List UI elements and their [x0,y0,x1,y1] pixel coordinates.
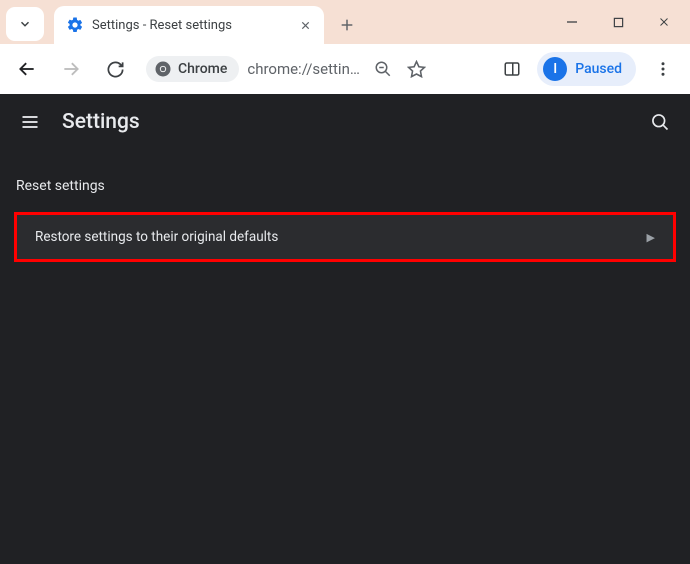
close-icon [658,16,670,28]
menu-button[interactable] [18,110,42,134]
restore-defaults-label: Restore settings to their original defau… [35,229,278,245]
maximize-button[interactable] [596,4,640,40]
avatar: I [543,57,567,81]
forward-button[interactable] [54,52,88,86]
url-text: chrome://settin… [243,60,364,78]
chevron-right-icon: ▶ [647,231,655,244]
search-icon [650,112,670,132]
settings-page: Settings Reset settings Restore settings… [0,94,690,564]
close-icon [300,20,311,31]
settings-header: Settings [0,94,690,150]
reload-button[interactable] [98,52,132,86]
new-tab-button[interactable] [332,10,362,40]
back-button[interactable] [10,52,44,86]
section-title: Reset settings [14,178,676,194]
page-title: Settings [62,110,140,134]
profile-status-label: Paused [575,61,622,77]
reload-icon [106,60,125,79]
chrome-chip[interactable]: Chrome [146,56,239,82]
hamburger-icon [20,112,40,132]
zoom-out-icon [374,60,392,78]
panel-icon [503,60,521,78]
side-panel-button[interactable] [497,54,527,84]
settings-content: Reset settings Restore settings to their… [0,150,690,262]
dots-vertical-icon [654,60,672,78]
arrow-left-icon [17,59,37,79]
tab-title: Settings - Reset settings [92,18,288,33]
tab-close-button[interactable] [296,16,314,34]
overflow-menu-button[interactable] [646,52,680,86]
restore-defaults-row[interactable]: Restore settings to their original defau… [14,212,676,262]
plus-icon [339,17,355,33]
zoom-button[interactable] [368,54,398,84]
omnibox[interactable]: Chrome chrome://settin… [142,51,438,87]
gear-icon [66,16,84,34]
star-icon [407,60,426,79]
profile-chip[interactable]: I Paused [537,52,636,86]
minimize-icon [566,16,578,28]
minimize-button[interactable] [550,4,594,40]
close-window-button[interactable] [642,4,686,40]
maximize-icon [613,17,624,28]
chrome-icon [154,60,172,78]
bookmark-button[interactable] [402,54,432,84]
settings-search-button[interactable] [648,110,672,134]
window-controls [550,4,686,40]
tabs-dropdown-button[interactable] [6,7,44,41]
active-tab[interactable]: Settings - Reset settings [54,6,324,44]
arrow-right-icon [61,59,81,79]
browser-toolbar: Chrome chrome://settin… I Paused [0,44,690,94]
chrome-chip-label: Chrome [178,61,227,77]
chevron-down-icon [18,17,32,31]
